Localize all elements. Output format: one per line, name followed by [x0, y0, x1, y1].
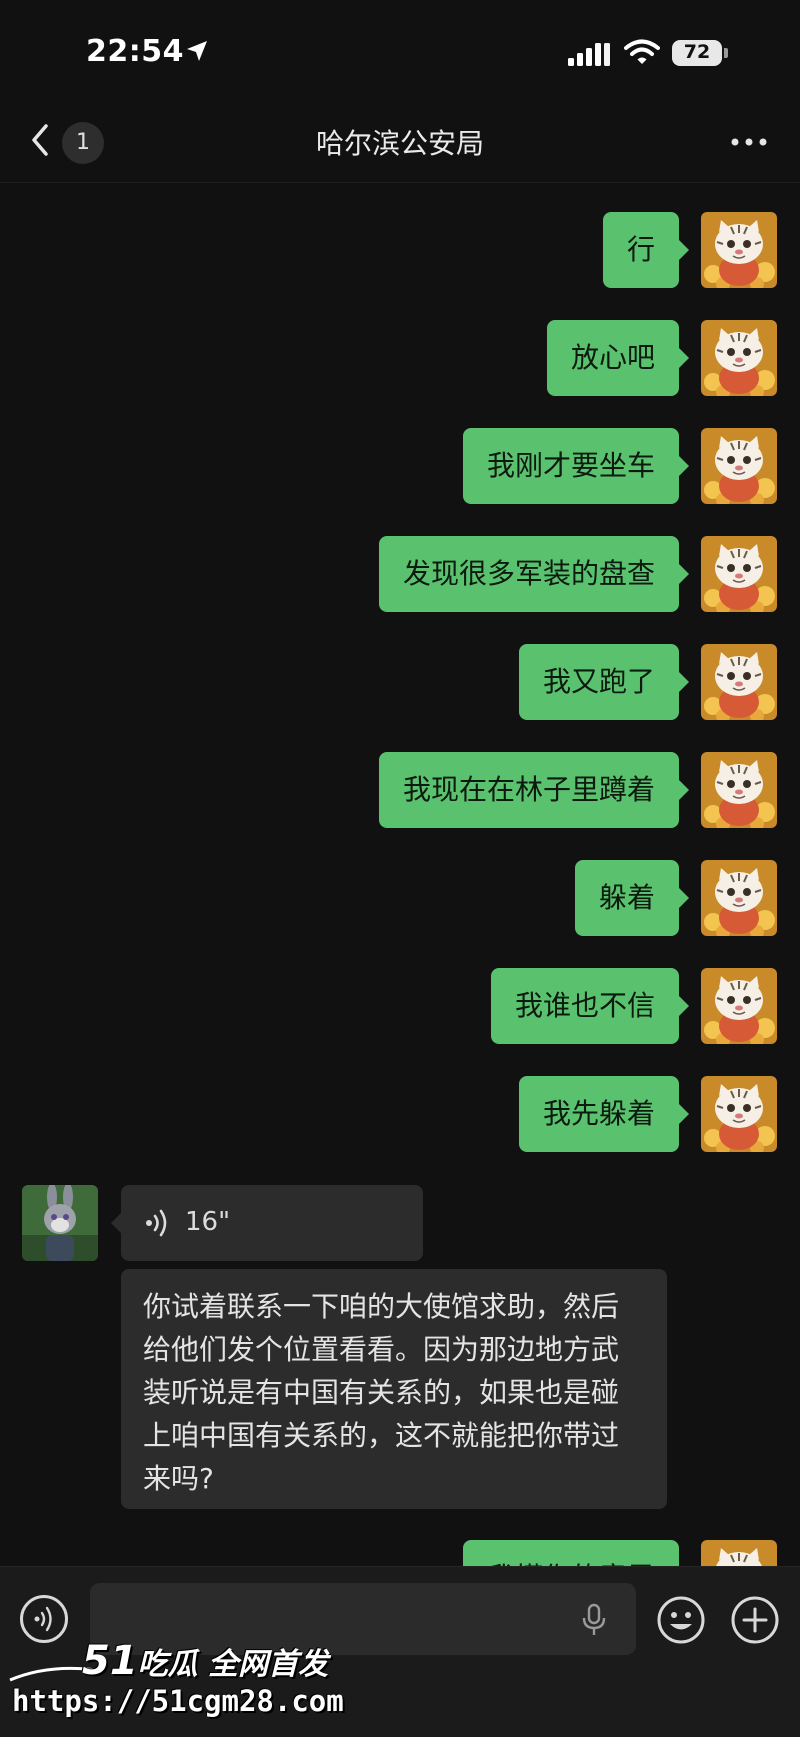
chat-title: 哈尔滨公安局: [315, 127, 484, 160]
outgoing-message[interactable]: 我现在在林子里蹲着: [378, 752, 690, 828]
more-options-icon[interactable]: [724, 122, 774, 162]
outgoing-message[interactable]: 放心吧: [546, 320, 690, 396]
my-avatar[interactable]: [701, 212, 777, 288]
outgoing-message[interactable]: 躲着: [574, 860, 690, 936]
outgoing-message[interactable]: 发现很多军装的盘查: [378, 536, 690, 612]
watermark-brand-text: 吃瓜 全网首发: [137, 1647, 329, 1682]
status-time: 22:54: [86, 34, 184, 69]
battery-icon: 72: [672, 40, 728, 66]
outgoing-message[interactable]: 我先躲着: [518, 1076, 690, 1152]
cellular-signal-icon: [568, 43, 610, 66]
watermark-brand: 51吃瓜 全网首发: [82, 1638, 328, 1684]
microphone-icon[interactable]: [580, 1603, 608, 1637]
outgoing-message[interactable]: 行: [602, 212, 690, 288]
my-avatar[interactable]: [701, 536, 777, 612]
outgoing-message[interactable]: 我刚才要坐车: [462, 428, 690, 504]
contact-avatar[interactable]: [22, 1185, 98, 1261]
watermark-url: https://51cgm28.com: [12, 1684, 344, 1718]
voice-duration: 16": [185, 1207, 231, 1237]
battery-percentage: 72: [683, 41, 711, 63]
location-arrow-icon: [187, 41, 207, 61]
voice-wave-icon: [146, 1209, 167, 1237]
my-avatar[interactable]: [701, 644, 777, 720]
status-bar: 22:54 72: [0, 0, 800, 100]
emoji-icon[interactable]: [656, 1595, 706, 1645]
my-avatar[interactable]: [701, 320, 777, 396]
voice-input-toggle-button[interactable]: [20, 1595, 68, 1643]
incoming-message[interactable]: 你试着联系一下咱的大使馆求助，然后给他们发个位置看看。因为那边地方武装听说是有中…: [121, 1269, 667, 1509]
outgoing-message[interactable]: 我又跑了: [518, 644, 690, 720]
unread-count-badge[interactable]: 1: [62, 122, 104, 164]
my-avatar[interactable]: [701, 1076, 777, 1152]
wifi-icon: [624, 39, 660, 64]
chat-header: 1 哈尔滨公安局: [0, 100, 800, 183]
my-avatar[interactable]: [701, 428, 777, 504]
voice-wave-icon: [34, 1606, 52, 1632]
watermark-brand-number: 51: [82, 1638, 138, 1684]
my-avatar[interactable]: [701, 860, 777, 936]
back-chevron-icon[interactable]: [24, 120, 60, 160]
my-avatar[interactable]: [701, 752, 777, 828]
my-avatar[interactable]: [701, 968, 777, 1044]
outgoing-message[interactable]: 我谁也不信: [490, 968, 690, 1044]
add-attachment-icon[interactable]: [730, 1595, 780, 1645]
voice-message[interactable]: 16": [111, 1185, 423, 1261]
